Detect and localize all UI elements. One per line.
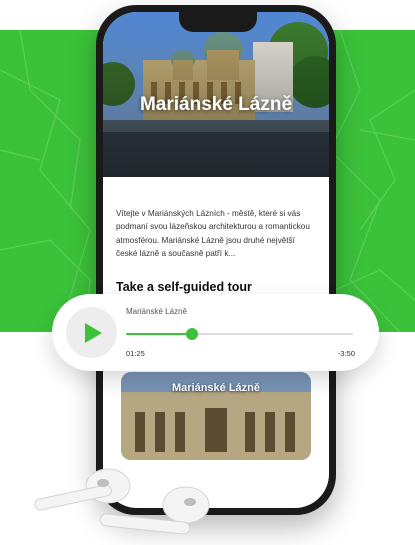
phone-notch [179, 12, 257, 32]
earbuds-image [34, 468, 210, 535]
